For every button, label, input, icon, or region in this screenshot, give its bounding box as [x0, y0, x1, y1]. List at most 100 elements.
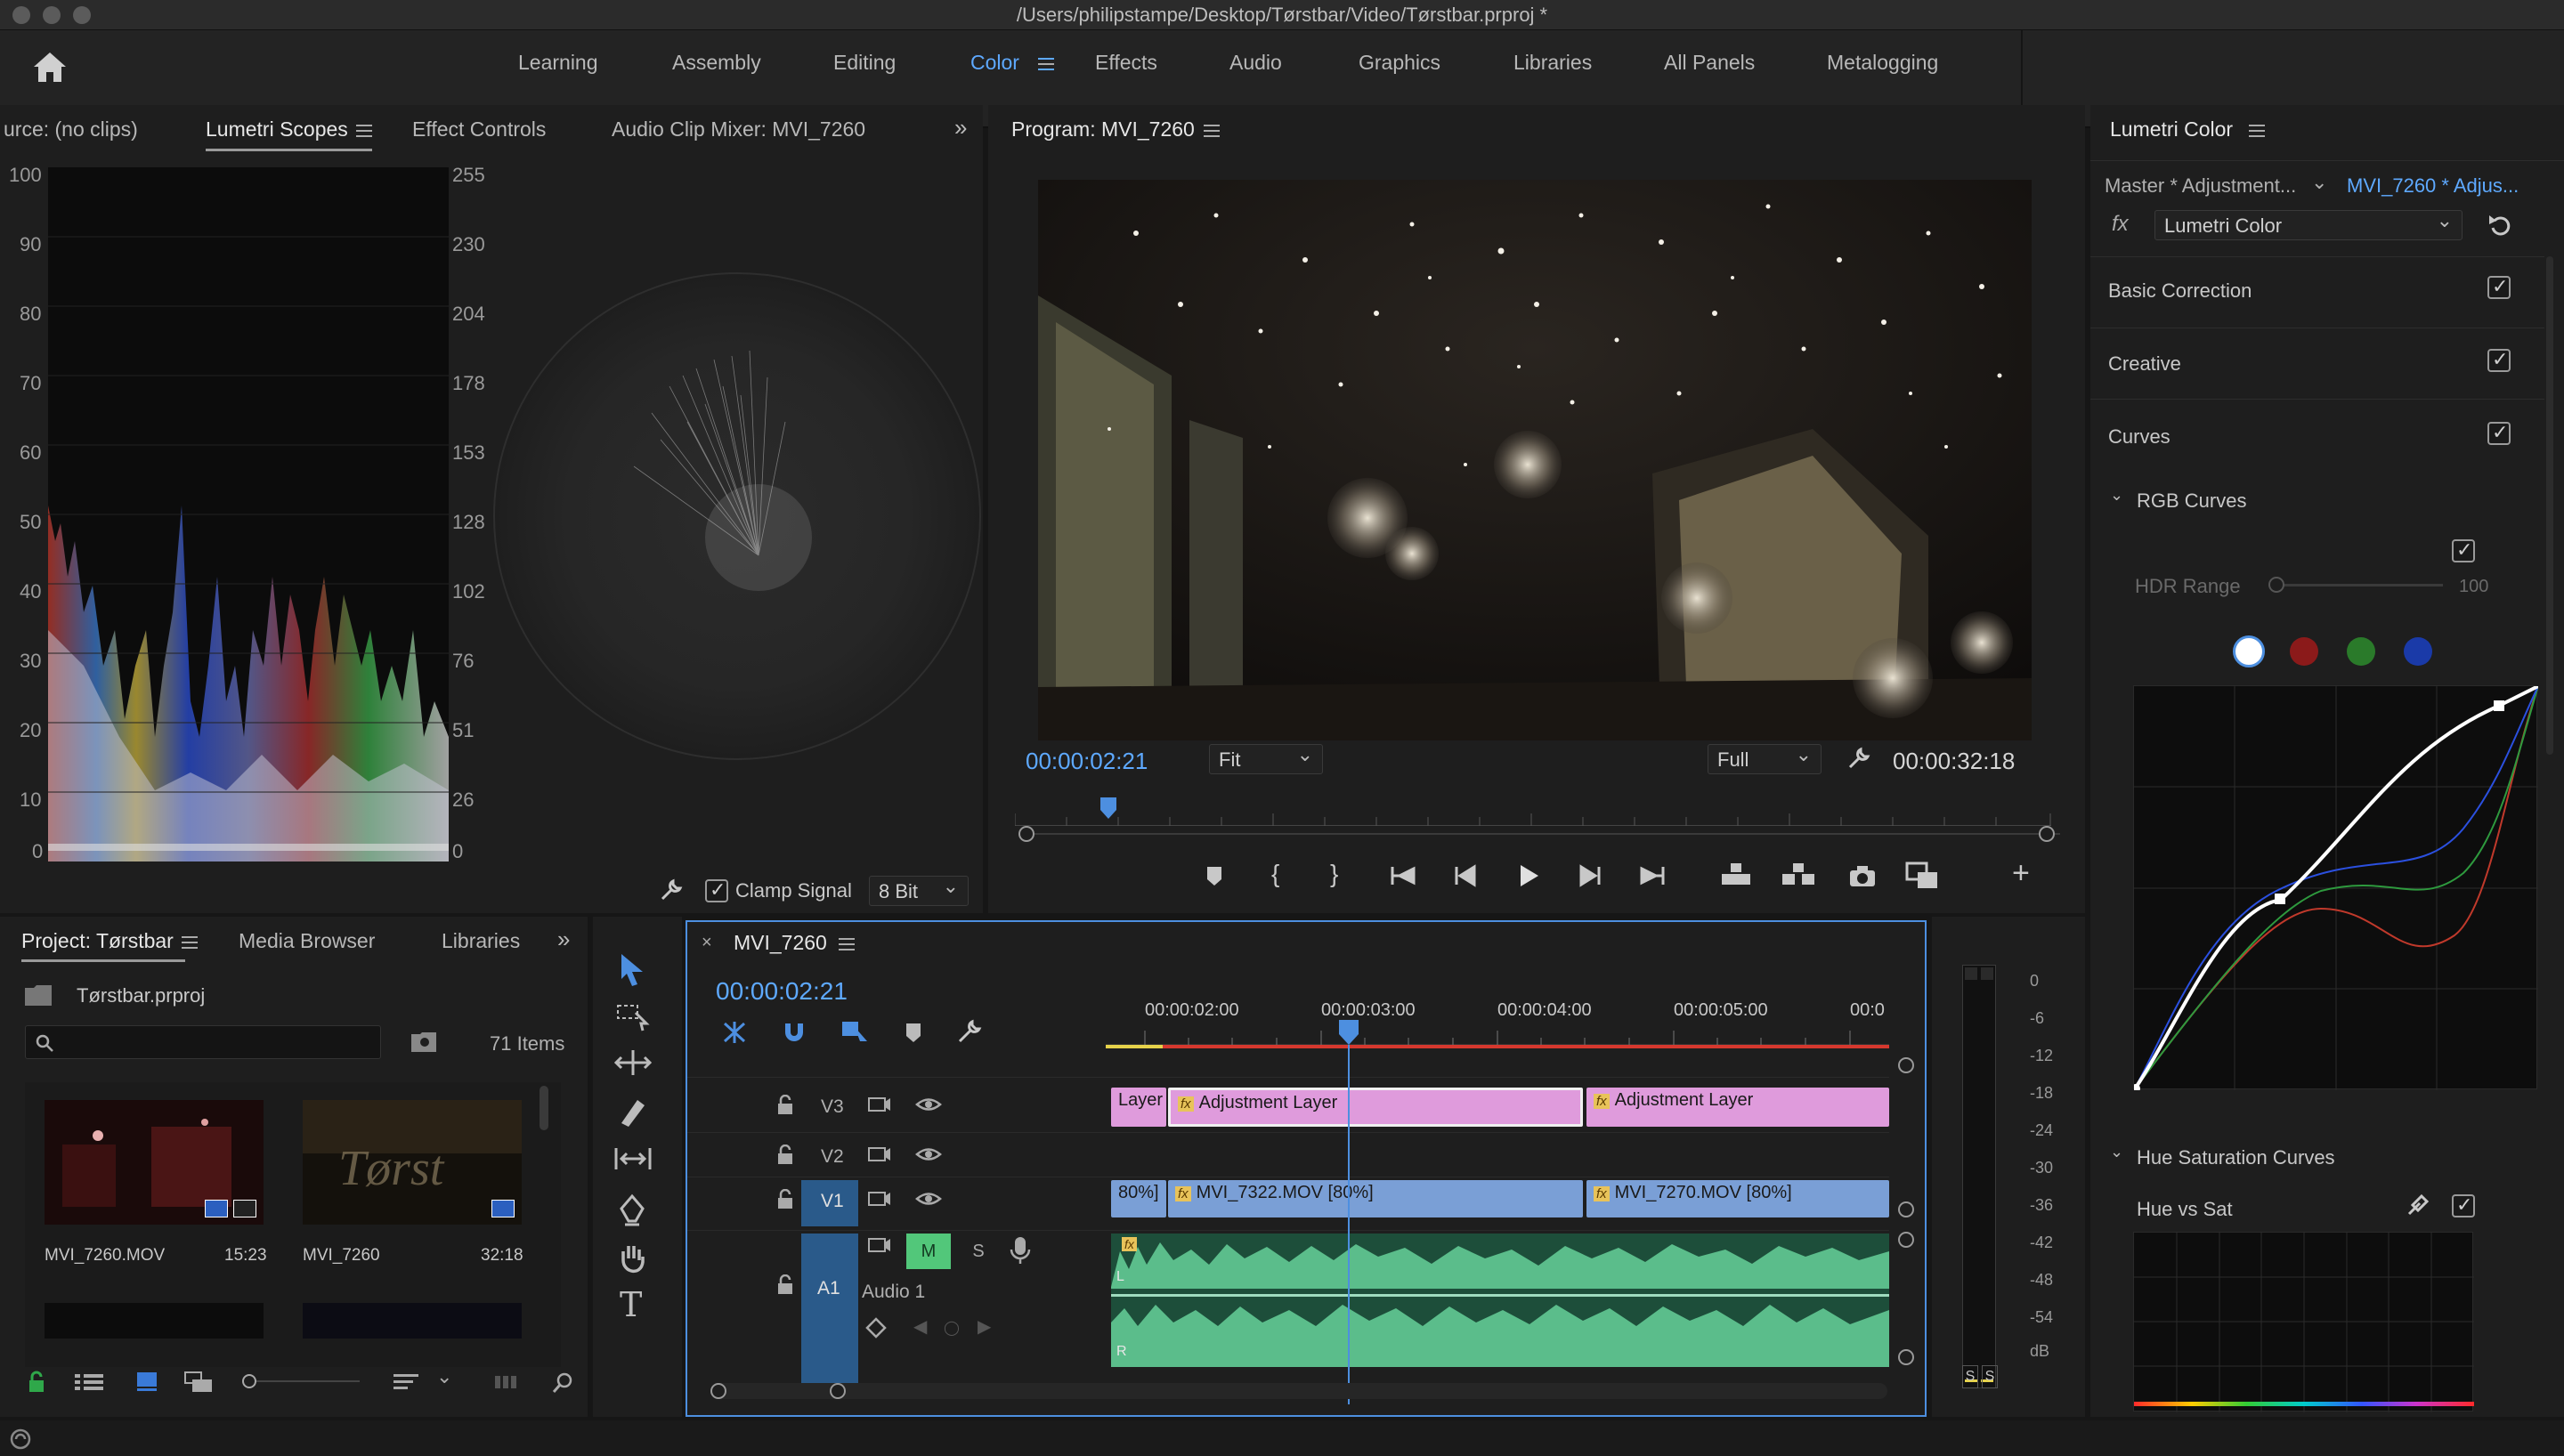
- track-height-handle[interactable]: [1898, 1201, 1914, 1217]
- workspace-audio[interactable]: Audio: [1229, 51, 1282, 75]
- workspace-graphics[interactable]: Graphics: [1359, 51, 1440, 75]
- camera-icon[interactable]: [1848, 863, 1877, 888]
- program-zoom-bar[interactable]: [1024, 833, 2060, 835]
- rgb-curves-checkbox[interactable]: [2452, 538, 2475, 562]
- program-video-frame[interactable]: [1038, 180, 2032, 740]
- nest-toggle-icon[interactable]: [721, 1020, 748, 1045]
- go-to-out-icon[interactable]: [1638, 863, 1667, 888]
- clip-thumbnail-3[interactable]: [303, 1303, 522, 1339]
- step-forward-icon[interactable]: [1578, 863, 1602, 888]
- play-icon[interactable]: [1515, 861, 1542, 890]
- rgb-curves-expand-icon[interactable]: ⌄: [2110, 486, 2123, 505]
- sequence-tab[interactable]: MVI_7260: [734, 931, 827, 955]
- freeform-view-icon[interactable]: [183, 1371, 215, 1394]
- clip-v3-adjustment-layer-selected[interactable]: fx Adjustment Layer: [1168, 1088, 1583, 1127]
- timeline-horizontal-scroll[interactable]: [714, 1383, 1887, 1399]
- v2-lock-icon[interactable]: [776, 1145, 794, 1166]
- project-menu-icon[interactable]: [182, 936, 198, 949]
- home-icon[interactable]: [30, 49, 69, 85]
- hue-vs-sat-graph[interactable]: [2133, 1232, 2474, 1412]
- clip-v1-mvi-7322[interactable]: fx MVI_7322.MOV [80%]: [1168, 1180, 1583, 1217]
- timeline-add-marker-icon[interactable]: [903, 1020, 924, 1045]
- v1-sync-lock-icon[interactable]: [867, 1189, 892, 1209]
- program-current-timecode[interactable]: 00:00:02:21: [1026, 748, 1148, 775]
- master-dropdown-chevron-icon[interactable]: ⌄: [2311, 171, 2327, 194]
- timeline-scroll-left-handle[interactable]: [710, 1383, 726, 1399]
- tab-audio-clip-mixer[interactable]: Audio Clip Mixer: MVI_7260: [612, 117, 865, 142]
- v3-visibility-eye-icon[interactable]: [915, 1095, 942, 1114]
- master-clip-selector[interactable]: Master * Adjustment...: [2105, 174, 2296, 198]
- button-editor-plus-icon[interactable]: +: [2012, 856, 2030, 891]
- clamp-signal-checkbox[interactable]: [705, 878, 728, 902]
- a1-solo-button[interactable]: S: [965, 1234, 992, 1269]
- thumbnail-size-handle[interactable]: [242, 1374, 256, 1388]
- go-to-in-icon[interactable]: [1389, 863, 1417, 888]
- workspace-effects[interactable]: Effects: [1095, 51, 1157, 75]
- active-clip-label[interactable]: MVI_7260 * Adjus...: [2347, 174, 2519, 198]
- zoom-bar-right-handle[interactable]: [2039, 826, 2055, 842]
- snap-icon[interactable]: [782, 1020, 807, 1045]
- clip-v3-layer-partial[interactable]: Layer: [1111, 1088, 1166, 1127]
- sequence-name-1[interactable]: MVI_7260: [303, 1246, 380, 1266]
- mark-in-icon[interactable]: {: [1271, 860, 1279, 888]
- sort-dropdown-chevron-icon[interactable]: ⌄: [436, 1365, 452, 1388]
- v2-visibility-eye-icon[interactable]: [915, 1145, 942, 1164]
- a1-mute-button[interactable]: M: [906, 1234, 951, 1269]
- program-settings-wrench-icon[interactable]: [1846, 746, 1871, 771]
- program-zoom-dropdown[interactable]: Fit: [1209, 743, 1323, 774]
- hue-saturation-curves-label[interactable]: Hue Saturation Curves: [2137, 1146, 2335, 1169]
- ripple-edit-tool-icon[interactable]: [614, 1048, 652, 1077]
- zoom-bar-left-handle[interactable]: [1018, 826, 1035, 842]
- clip-v1-mvi-7270[interactable]: fx MVI_7270.MOV [80%]: [1586, 1180, 1889, 1217]
- clip-thumbnail-2[interactable]: [45, 1303, 264, 1339]
- timeline-ruler[interactable]: [1106, 1025, 1889, 1045]
- track-select-tool-icon[interactable]: [616, 1000, 652, 1032]
- workspace-all-panels[interactable]: All Panels: [1664, 51, 1755, 75]
- hue-sat-expand-icon[interactable]: ⌄: [2110, 1143, 2123, 1161]
- lift-icon[interactable]: [1718, 861, 1754, 888]
- timeline-timecode[interactable]: 00:00:02:21: [716, 977, 848, 1006]
- next-keyframe-icon[interactable]: ▶: [978, 1315, 991, 1338]
- reset-icon[interactable]: [2487, 212, 2512, 237]
- hdr-range-handle[interactable]: [2268, 577, 2284, 593]
- basic-correction-checkbox[interactable]: [2487, 275, 2511, 299]
- lumetri-menu-icon[interactable]: [2249, 125, 2265, 137]
- selection-tool-icon[interactable]: [616, 952, 648, 988]
- workspace-libraries[interactable]: Libraries: [1513, 51, 1592, 75]
- sequence-thumbnail-1[interactable]: Tørst: [303, 1100, 522, 1225]
- comparison-view-icon[interactable]: [1905, 861, 1941, 890]
- workspace-editing[interactable]: Editing: [833, 51, 896, 75]
- close-sequence-icon[interactable]: ×: [702, 933, 712, 953]
- timeline-scroll-right-handle[interactable]: [830, 1383, 846, 1399]
- channel-blue-selector[interactable]: [2404, 637, 2432, 666]
- creative-checkbox[interactable]: [2487, 348, 2511, 372]
- panel-menu-icon[interactable]: [356, 125, 372, 137]
- scope-settings-wrench-icon[interactable]: [659, 878, 684, 902]
- v3-lock-icon[interactable]: [776, 1095, 794, 1116]
- a1-lock-icon[interactable]: [776, 1274, 794, 1296]
- icon-view-icon[interactable]: [135, 1371, 158, 1392]
- timeline-settings-wrench-icon[interactable]: [956, 1018, 983, 1045]
- clip-name-1[interactable]: MVI_7260.MOV: [45, 1246, 165, 1266]
- tab-project[interactable]: Project: Tørstbar: [21, 929, 174, 953]
- linked-selection-icon[interactable]: [840, 1018, 871, 1045]
- lumetri-color-title[interactable]: Lumetri Color: [2110, 117, 2233, 142]
- workspace-learning[interactable]: Learning: [518, 51, 598, 75]
- track-v3-label[interactable]: V3: [821, 1096, 844, 1118]
- workspace-assembly[interactable]: Assembly: [672, 51, 761, 75]
- clip-v1-partial[interactable]: 80%]: [1111, 1180, 1166, 1217]
- hand-tool-icon[interactable]: [616, 1242, 648, 1278]
- section-basic-correction[interactable]: Basic Correction: [2108, 279, 2252, 303]
- automate-to-sequence-icon[interactable]: [495, 1372, 522, 1392]
- a1-sync-lock-icon[interactable]: [867, 1235, 892, 1255]
- program-monitor-menu-icon[interactable]: [1204, 125, 1220, 137]
- bit-depth-dropdown[interactable]: 8 Bit: [869, 875, 969, 906]
- sequence-menu-icon[interactable]: [839, 938, 855, 950]
- mark-out-icon[interactable]: }: [1330, 860, 1338, 888]
- workspace-color[interactable]: Color: [970, 51, 1019, 75]
- step-back-icon[interactable]: [1453, 863, 1478, 888]
- project-search-field[interactable]: [58, 1028, 375, 1056]
- lumetri-scrollbar[interactable]: [2546, 256, 2553, 755]
- project-search-input[interactable]: [25, 1025, 381, 1059]
- project-lock-icon[interactable]: [27, 1371, 46, 1394]
